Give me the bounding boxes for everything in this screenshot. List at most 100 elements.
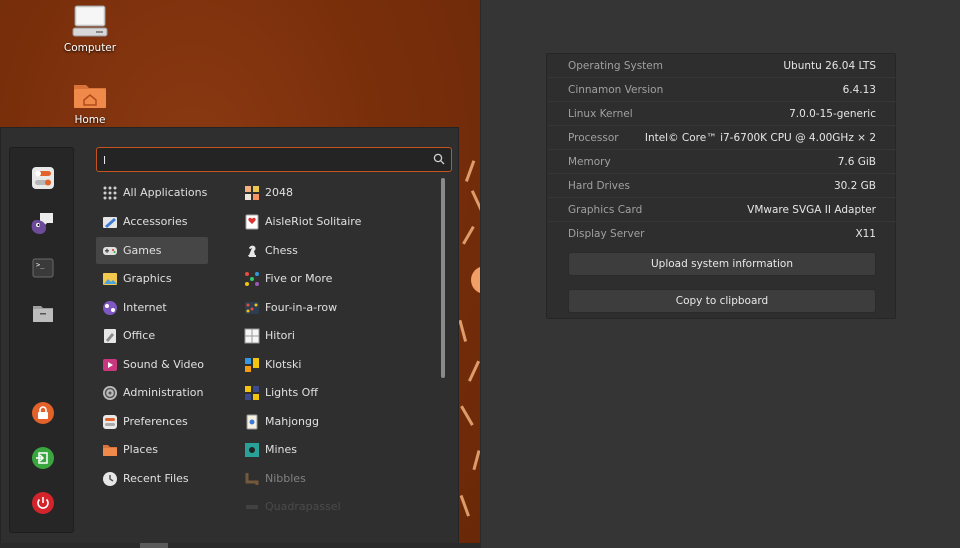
info-key: Hard Drives xyxy=(568,179,630,192)
system-info-window: Operating System Ubuntu 26.04 LTS Cinnam… xyxy=(480,0,960,548)
preferences-icon xyxy=(103,414,117,429)
all-apps-icon xyxy=(103,186,117,199)
category-label: Accessories xyxy=(123,215,188,228)
nibbles-icon xyxy=(245,472,259,485)
category-label: Office xyxy=(123,329,156,342)
home-folder-icon xyxy=(74,85,106,108)
klotski-icon xyxy=(245,357,259,372)
administration-icon xyxy=(103,385,117,400)
upload-system-info-button[interactable]: Upload system information xyxy=(568,252,876,276)
app-lights-off[interactable]: Lights Off xyxy=(238,379,433,406)
favorite-logout[interactable] xyxy=(30,445,56,471)
sound-video-icon xyxy=(103,358,117,371)
search-input[interactable] xyxy=(103,151,423,169)
category-sound-video[interactable]: Sound & Video xyxy=(96,351,208,378)
lock-screen-icon xyxy=(32,402,54,424)
category-label: Internet xyxy=(123,301,167,314)
info-key: Memory xyxy=(568,155,611,168)
info-row-hard-drives: Hard Drives 30.2 GB xyxy=(548,174,896,198)
app-label: AisleRiot Solitaire xyxy=(265,215,362,228)
favorite-lock-screen[interactable] xyxy=(30,400,56,426)
app-klotski[interactable]: Klotski xyxy=(238,351,433,378)
power-icon xyxy=(32,492,54,514)
favorite-terminal[interactable]: >_ xyxy=(30,255,56,281)
category-label: All Applications xyxy=(123,186,208,199)
folder-icon xyxy=(33,306,53,322)
info-row-memory: Memory 7.6 GiB xyxy=(548,150,896,174)
app-five-or-more[interactable]: Five or More xyxy=(238,265,433,292)
category-internet[interactable]: Internet xyxy=(96,294,208,321)
system-info-panel: Operating System Ubuntu 26.04 LTS Cinnam… xyxy=(546,53,896,319)
app-2048[interactable]: 2048 xyxy=(238,179,433,206)
category-places[interactable]: Places xyxy=(96,436,208,463)
app-four-in-a-row[interactable]: Four-in-a-row xyxy=(238,294,433,321)
desktop-icon-label: Computer xyxy=(63,42,117,54)
games-icon xyxy=(103,246,117,255)
accessories-icon xyxy=(103,216,117,228)
desktop-icon-home[interactable]: Home xyxy=(50,80,130,126)
category-label: Games xyxy=(123,244,162,257)
desktop-icon-computer[interactable]: Computer xyxy=(50,4,130,54)
app-hitori[interactable]: Hitori xyxy=(238,322,433,349)
chess-icon xyxy=(248,245,256,257)
info-key: Linux Kernel xyxy=(568,107,633,120)
application-menu: >_ l All Applications Accessories Games … xyxy=(0,127,459,548)
app-label: Five or More xyxy=(265,272,333,285)
graphics-icon xyxy=(103,272,117,285)
info-value: 7.6 GiB xyxy=(837,155,876,168)
category-office[interactable]: Office xyxy=(96,322,208,349)
favorite-files[interactable] xyxy=(30,300,56,326)
info-row-cinnamon: Cinnamon Version 6.4.13 xyxy=(548,78,896,102)
app-mines[interactable]: Mines xyxy=(238,436,433,463)
four-in-a-row-icon xyxy=(245,301,259,314)
info-row-os: Operating System Ubuntu 26.04 LTS xyxy=(548,54,896,78)
settings-toggle-icon xyxy=(32,167,54,189)
logout-icon xyxy=(32,447,54,469)
info-row-kernel: Linux Kernel 7.0.0-15-generic xyxy=(548,102,896,126)
info-value: 6.4.13 xyxy=(842,83,876,96)
category-games[interactable]: Games xyxy=(96,237,208,264)
category-administration[interactable]: Administration xyxy=(96,379,208,406)
app-label: Klotski xyxy=(265,358,302,371)
category-accessories[interactable]: Accessories xyxy=(96,208,208,235)
app-nibbles[interactable]: Nibbles xyxy=(238,465,433,492)
category-preferences[interactable]: Preferences xyxy=(96,408,208,435)
app-label: Lights Off xyxy=(265,386,318,399)
app-label: Quadrapassel xyxy=(265,500,341,513)
taskbar-window-indicator[interactable] xyxy=(140,543,168,548)
favorite-settings[interactable] xyxy=(30,165,56,191)
app-chess[interactable]: Chess xyxy=(238,237,433,264)
category-label: Places xyxy=(123,443,158,456)
copy-to-clipboard-button[interactable]: Copy to clipboard xyxy=(568,289,876,313)
app-mahjongg[interactable]: Mahjongg xyxy=(238,408,433,435)
info-value: X11 xyxy=(855,228,876,240)
desktop-icon-label: Home xyxy=(74,114,106,126)
info-row-processor: Processor Intel© Core™ i7-6700K CPU @ 4.… xyxy=(548,126,896,150)
app-list-scrollbar[interactable] xyxy=(441,178,445,378)
office-icon xyxy=(104,328,116,343)
info-value: 30.2 GB xyxy=(833,179,876,192)
category-all-applications[interactable]: All Applications xyxy=(96,179,208,206)
app-quadrapassel[interactable]: Quadrapassel xyxy=(238,493,433,520)
category-label: Recent Files xyxy=(123,472,189,485)
game-2048-icon xyxy=(245,185,259,200)
five-or-more-icon xyxy=(245,271,259,286)
solitaire-icon xyxy=(245,214,259,229)
info-key: Graphics Card xyxy=(568,203,643,216)
category-recent-files[interactable]: Recent Files xyxy=(96,465,208,492)
category-label: Sound & Video xyxy=(123,358,205,371)
category-label: Administration xyxy=(123,386,204,399)
info-row-display-server: Display Server X11 xyxy=(548,222,896,246)
taskbar xyxy=(0,543,480,548)
mines-icon xyxy=(245,442,259,457)
info-key: Processor xyxy=(568,131,619,144)
favorite-power[interactable] xyxy=(30,490,56,516)
terminal-icon: >_ xyxy=(32,258,54,278)
favorite-pidgin[interactable] xyxy=(30,210,56,236)
app-aisleriot-solitaire[interactable]: AisleRiot Solitaire xyxy=(238,208,433,235)
app-label: Mahjongg xyxy=(265,415,319,428)
category-graphics[interactable]: Graphics xyxy=(96,265,208,292)
search-box xyxy=(96,147,452,172)
info-row-graphics-card: Graphics Card VMware SVGA II Adapter xyxy=(548,198,896,222)
computer-icon xyxy=(72,5,108,37)
